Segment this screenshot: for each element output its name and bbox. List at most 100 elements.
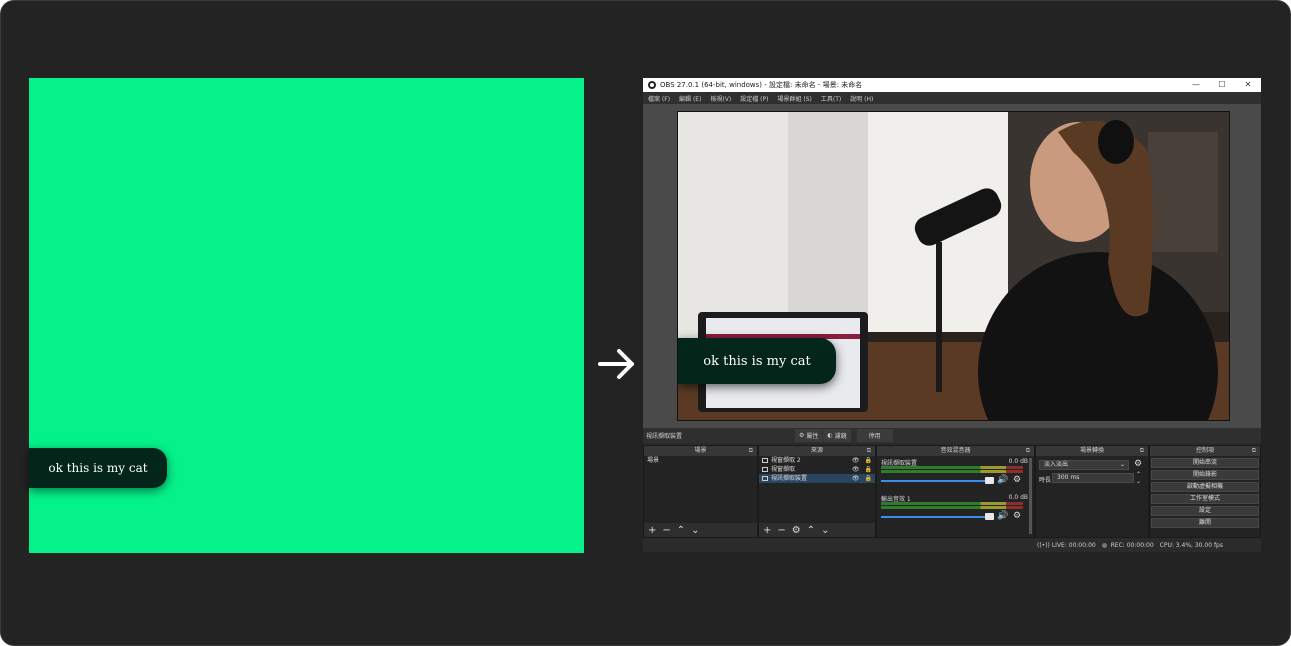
eye-icon[interactable]: 👁 [852, 474, 860, 483]
dock-popout-icon[interactable]: ⧉ [1140, 446, 1144, 456]
record-dot-icon [1101, 542, 1107, 548]
docks-row: 場景 ⧉ 場景 + − ⌃ ⌄ 來源 ⧉ 視窗擷取 2 👁 🔒 視窗擷取 👁 🔒… [643, 445, 1261, 538]
duration-value: 300 ms [1057, 474, 1080, 481]
sources-header: 來源 ⧉ [759, 446, 875, 456]
sources-dock: 來源 ⧉ 視窗擷取 2 👁 🔒 視窗擷取 👁 🔒 視訊擷取裝置 👁 🔒 + − … [758, 445, 876, 538]
canvas-frame: ok this is my cat OBS 27.0.1 (64-bit, wi… [0, 0, 1291, 646]
gear-icon[interactable]: ⚙ [1013, 511, 1021, 521]
gear-icon[interactable]: ⚙ [1134, 459, 1142, 469]
menu-help[interactable]: 說明 (H) [850, 94, 873, 103]
obs-window: OBS 27.0.1 (64-bit, windows) - 設定檔: 未命名 … [643, 78, 1261, 552]
duration-stepper[interactable]: ⌃ ⌄ [1136, 471, 1141, 485]
scene-item-label: 場景 [647, 457, 660, 464]
move-up-icon[interactable]: ⌃ [807, 525, 815, 536]
volume-slider-handle[interactable] [985, 477, 994, 484]
add-scene-icon[interactable]: + [648, 525, 656, 536]
maximize-button[interactable]: ☐ [1209, 78, 1235, 92]
lock-icon[interactable]: 🔒 [865, 474, 872, 483]
menu-scene-collection[interactable]: 場景群組 (S) [777, 94, 811, 103]
dock-popout-icon[interactable]: ⧉ [749, 446, 753, 456]
cpu-status: CPU: 3.4%, 30.00 fps [1159, 541, 1223, 549]
chevron-down-icon: ⌄ [1119, 461, 1125, 468]
duration-label: 時長 [1039, 477, 1052, 484]
mixer-scrollbar[interactable] [1029, 458, 1032, 534]
close-button[interactable]: ✕ [1235, 78, 1261, 92]
live-time: LIVE: 00:00:00 [1051, 541, 1096, 549]
scenes-dock: 場景 ⧉ 場景 + − ⌃ ⌄ [643, 445, 758, 538]
start-virtual-camera-button[interactable]: 啟動虛擬相機 [1151, 482, 1259, 492]
scenes-toolbar: + − ⌃ ⌄ [644, 523, 757, 537]
window-controls: — ☐ ✕ [1183, 78, 1261, 92]
start-streaming-button[interactable]: 開始串流 [1151, 458, 1259, 468]
mixer-channel: 輸出音效 1 0.0 dB 🔊 ⚙ [877, 492, 1034, 528]
menu-edit[interactable]: 編輯 (E) [679, 94, 701, 103]
exit-button[interactable]: 離開 [1151, 518, 1259, 528]
window-capture-icon [762, 467, 768, 472]
deactivate-button[interactable]: 停用 [856, 429, 893, 442]
lock-icon[interactable]: 🔒 [865, 465, 872, 474]
menu-tools[interactable]: 工具(T) [821, 94, 841, 103]
source-item-label: 視訊擷取裝置 [771, 475, 808, 482]
title-bar: OBS 27.0.1 (64-bit, windows) - 設定檔: 未命名 … [643, 78, 1261, 92]
move-down-icon[interactable]: ⌄ [821, 525, 829, 536]
duration-field[interactable]: 300 ms [1052, 473, 1134, 483]
preview-area: ok this is my cat [643, 104, 1261, 428]
volume-meter [881, 470, 1023, 473]
controls-title: 控制項 [1195, 447, 1214, 454]
camera-icon [762, 476, 768, 481]
arrow-right-icon [598, 349, 634, 379]
volume-slider[interactable] [881, 516, 989, 518]
menu-profile[interactable]: 設定檔 (P) [740, 94, 768, 103]
volume-slider-handle[interactable] [985, 513, 994, 520]
add-source-icon[interactable]: + [763, 525, 771, 536]
remove-scene-icon[interactable]: − [662, 525, 670, 536]
properties-label: 屬性 [806, 433, 819, 440]
transition-select[interactable]: 淡入淡出 ⌄ [1039, 460, 1129, 470]
context-bar: 視訊擷取裝置 ⚙ 屬性 ◐ 濾鏡 停用 [643, 428, 1261, 443]
eye-icon[interactable]: 👁 [852, 456, 860, 465]
gear-icon: ⚙ [799, 432, 805, 439]
filters-button[interactable]: ◐ 濾鏡 [823, 429, 851, 442]
dock-popout-icon[interactable]: ⧉ [1252, 446, 1256, 456]
mixer-title: 音效混音器 [940, 447, 971, 454]
broadcast-icon: ((•)) [1037, 541, 1050, 549]
green-screen-panel: ok this is my cat [29, 78, 584, 553]
rec-status: REC: 00:00:00 [1101, 541, 1154, 549]
menu-view[interactable]: 檢視(V) [710, 94, 731, 103]
preview-canvas[interactable]: ok this is my cat [677, 111, 1230, 421]
move-down-icon[interactable]: ⌄ [691, 525, 699, 536]
speaker-icon[interactable]: 🔊 [997, 475, 1008, 485]
scene-item[interactable]: 場景 [644, 456, 757, 465]
speaker-icon[interactable]: 🔊 [997, 511, 1008, 521]
lock-icon[interactable]: 🔒 [865, 456, 872, 465]
studio-mode-button[interactable]: 工作室模式 [1151, 494, 1259, 504]
audio-mixer-dock: 音效混音器 ⧉ 視訊擷取裝置 0.0 dB 🔊 ⚙ 輸出音效 1 0.0 dB [876, 445, 1035, 538]
source-item[interactable]: 視窗擷取 👁 🔒 [759, 465, 875, 474]
dock-popout-icon[interactable]: ⧉ [867, 446, 871, 456]
live-status: ((•)) LIVE: 00:00:00 [1037, 542, 1096, 549]
remove-source-icon[interactable]: − [777, 525, 785, 536]
scenes-header: 場景 ⧉ [644, 446, 757, 456]
properties-button[interactable]: ⚙ 屬性 [795, 429, 823, 442]
scene-transitions-dock: 場景轉換 ⧉ 淡入淡出 ⌄ ⚙ 時長 300 ms ⌃ ⌄ [1035, 445, 1149, 538]
rec-time: REC: 00:00:00 [1110, 541, 1154, 549]
source-item-selected[interactable]: 視訊擷取裝置 👁 🔒 [759, 474, 875, 483]
mixer-channel: 視訊擷取裝置 0.0 dB 🔊 ⚙ [877, 456, 1034, 492]
move-up-icon[interactable]: ⌃ [677, 525, 685, 536]
filter-icon: ◐ [827, 432, 833, 439]
volume-slider[interactable] [881, 480, 989, 482]
menu-file[interactable]: 檔案 (F) [648, 94, 670, 103]
window-capture-icon [762, 458, 768, 463]
obs-logo-icon [648, 81, 656, 89]
gear-icon[interactable]: ⚙ [1013, 475, 1021, 485]
channel-db: 0.0 dB [1008, 494, 1028, 501]
source-item[interactable]: 視窗擷取 2 👁 🔒 [759, 456, 875, 465]
eye-icon[interactable]: 👁 [852, 465, 860, 474]
source-item-label: 視窗擷取 2 [771, 457, 801, 464]
settings-button[interactable]: 設定 [1151, 506, 1259, 516]
source-settings-icon[interactable]: ⚙ [792, 525, 801, 536]
scenes-title: 場景 [694, 447, 707, 454]
dock-popout-icon[interactable]: ⧉ [1026, 446, 1030, 456]
minimize-button[interactable]: — [1183, 78, 1209, 92]
start-recording-button[interactable]: 開始錄影 [1151, 470, 1259, 480]
